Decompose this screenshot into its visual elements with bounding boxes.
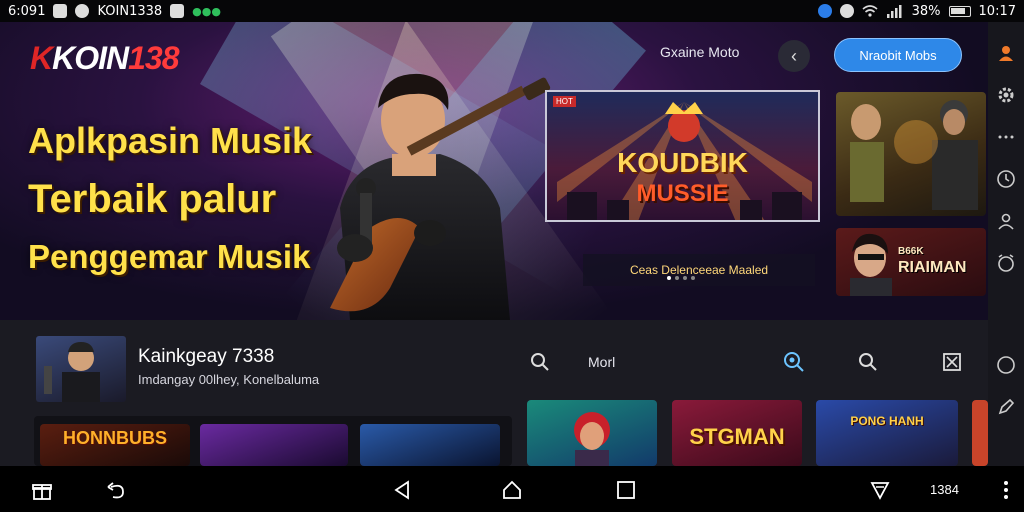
featured-title-top: KOUDBIK (617, 147, 748, 178)
featured-game-card[interactable]: HOT KOUDBIK MUSSIE (545, 90, 820, 222)
side-card-title: B66K RIAIMAN (898, 244, 966, 276)
side-card-text-main: RIAIMAN (898, 259, 967, 276)
gift-icon[interactable] (30, 478, 54, 502)
side-rail (988, 22, 1024, 466)
navigation-bar: 1384 (0, 466, 1024, 512)
status-time-left: 6:091 (8, 3, 46, 19)
game-tile-title: STGMAN (689, 424, 785, 449)
profile-subtitle: Imdangay 00lhey, Konelbaluma (138, 372, 320, 387)
search-icon[interactable] (528, 350, 552, 374)
game-tile[interactable]: PONG HANH (816, 400, 958, 466)
carousel-dot[interactable] (683, 276, 687, 280)
shield-icon[interactable] (868, 478, 892, 502)
featured-title-bottom: MUSSIE (636, 180, 729, 207)
content-section: Kainkgeay 7338 Imdangay 00lhey, Konelbal… (0, 320, 988, 466)
search-badge-icon[interactable] (782, 350, 806, 374)
search-icon-2[interactable] (856, 350, 880, 374)
carousel-caption: Ceas Delenceeae Maaled (583, 254, 815, 286)
side-game-card-2[interactable]: B66K RIAIMAN (836, 228, 986, 296)
more-dots-icon[interactable] (995, 126, 1017, 148)
sync-icon (839, 4, 854, 18)
nav-right-text: 1384 (930, 482, 959, 497)
guitarist-illustration (330, 73, 551, 320)
game-tile-title: HONNBUBS (62, 428, 167, 448)
app-notification-icon (53, 4, 68, 18)
side-card-text-top: B66K (898, 246, 924, 257)
profile-icon[interactable] (995, 210, 1017, 232)
profile-thumbnail[interactable] (36, 336, 126, 402)
cell-signal-icon (886, 5, 902, 18)
status-app-name: KOIN1338 (97, 3, 163, 19)
game-tile[interactable] (360, 424, 500, 466)
game-tile[interactable] (527, 400, 657, 466)
more-vertical-icon[interactable] (994, 478, 1018, 502)
game-row-left: HONNBUBS (34, 416, 512, 466)
image-icon (170, 4, 185, 18)
profile-name: Kainkgeay 7338 (138, 346, 275, 367)
carousel-dot[interactable] (675, 276, 679, 280)
alarm-icon[interactable] (995, 252, 1017, 274)
settings-icon[interactable] (995, 84, 1017, 106)
circle-icon[interactable] (995, 354, 1017, 376)
undo-icon[interactable] (104, 478, 128, 502)
hot-badge: HOT (553, 96, 576, 107)
edit-icon[interactable] (995, 396, 1017, 418)
chevron-left-icon: ‹ (791, 45, 797, 66)
game-tile-partial[interactable] (972, 400, 988, 466)
close-box-icon[interactable] (940, 350, 964, 374)
game-tile[interactable]: HONNBUBS (40, 424, 190, 466)
status-bar: 6:091 KOIN1338 ●●● 38% 10:17 (0, 0, 1024, 22)
game-tile[interactable]: STGMAN (672, 400, 802, 466)
clock-icon[interactable] (995, 168, 1017, 190)
chat-icon (75, 4, 90, 18)
status-time-right: 10:17 (978, 3, 1016, 19)
user-icon[interactable] (995, 42, 1017, 64)
signal-dots-icon: ●●● (192, 4, 221, 18)
side-game-card[interactable] (836, 92, 986, 216)
game-tile-title: PONG HANH (850, 414, 924, 428)
toolbar-label[interactable]: Morl (588, 354, 615, 370)
carousel-dot[interactable] (691, 276, 695, 280)
game-tile[interactable] (200, 424, 348, 466)
profile-art (44, 342, 100, 402)
recents-icon[interactable] (614, 478, 638, 502)
logo-number: 138 (128, 40, 179, 76)
home-icon[interactable] (500, 478, 524, 502)
hero-banner[interactable]: KKOIN138 Aplkpasin Musik Terbaik palur P… (0, 22, 988, 320)
characters-art (850, 100, 978, 210)
wifi-icon (862, 5, 878, 17)
battery-percent: 38% (911, 3, 941, 19)
back-nav-icon[interactable] (390, 478, 414, 502)
carousel-dots[interactable] (667, 276, 695, 280)
back-button[interactable]: ‹ (778, 40, 810, 72)
game-art (574, 412, 610, 466)
character-art (850, 233, 892, 296)
hero-nav-label[interactable]: Gxaine Moto (660, 44, 739, 60)
cta-button[interactable]: Nraobit Mobs (834, 38, 962, 72)
logo-text: KOIN (52, 40, 129, 76)
logo-k: K (30, 40, 53, 76)
brand-logo[interactable]: KKOIN138 (30, 40, 180, 77)
battery-icon (948, 5, 971, 17)
carousel-dot[interactable] (667, 276, 671, 280)
bluetooth-icon (817, 4, 832, 18)
